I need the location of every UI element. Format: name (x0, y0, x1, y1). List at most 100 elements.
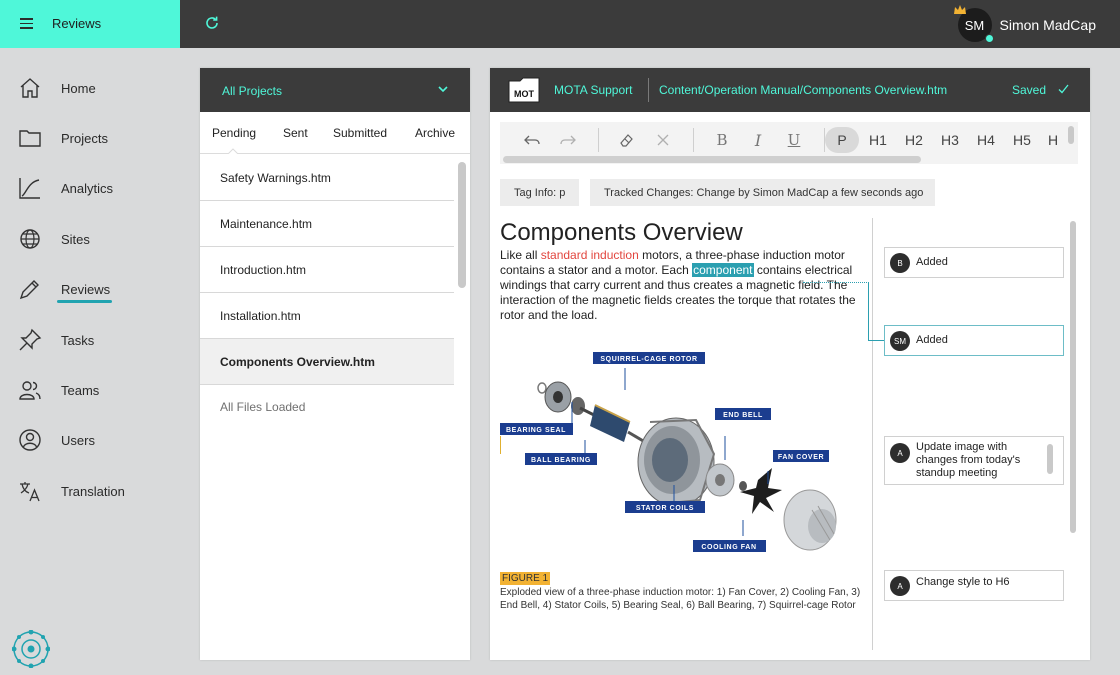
toolbar-hscrollbar[interactable] (503, 156, 921, 163)
redo-button[interactable] (558, 127, 578, 153)
analytics-icon (19, 178, 40, 199)
comment-scrollbar[interactable] (1047, 444, 1053, 474)
undo-button[interactable] (522, 127, 542, 153)
sidebar-item-reviews[interactable]: Reviews (18, 275, 110, 303)
tab-archive[interactable]: Archive (415, 126, 455, 140)
list-item[interactable]: Safety Warnings.htm (200, 155, 454, 201)
figure-label[interactable]: FIGURE 1 (500, 572, 551, 585)
h4-button[interactable]: H4 (976, 127, 996, 153)
highlighted-word[interactable]: component (692, 263, 754, 277)
sidebar-item-label: Users (61, 432, 95, 448)
cooling-fan-part (740, 468, 782, 514)
toolbar-scrollbar[interactable] (1068, 126, 1074, 144)
crown-icon (953, 5, 966, 14)
document-content[interactable]: Components Overview Like all standard in… (500, 218, 862, 552)
tab-submitted[interactable]: Submitted (333, 126, 387, 140)
refresh-icon[interactable] (204, 15, 220, 31)
menu-icon[interactable] (20, 18, 33, 32)
check-icon (1058, 84, 1069, 94)
list-item[interactable]: Maintenance.htm (200, 201, 454, 247)
tracked-insertion[interactable]: standard induction (541, 248, 639, 262)
comment-card-active[interactable]: SM Added (884, 325, 1064, 356)
redo-icon (560, 135, 576, 145)
list-item-active[interactable]: Components Overview.htm (200, 339, 454, 385)
translate-icon (20, 482, 40, 502)
paragraph-style-button[interactable]: P (825, 127, 859, 153)
pin-icon (19, 328, 42, 351)
stator-housing (637, 417, 716, 507)
project-badge: MOT (508, 77, 540, 103)
sidebar-item-projects[interactable]: Projects (18, 124, 108, 152)
tab-pending[interactable]: Pending (212, 126, 256, 140)
sidebar-item-sites[interactable]: Sites (18, 225, 90, 253)
comments-scrollbar[interactable] (1070, 221, 1076, 533)
h2-button[interactable]: H2 (904, 127, 924, 153)
list-item[interactable]: Installation.htm (200, 293, 454, 339)
callout-end-bell: END BELL (723, 412, 763, 419)
file-path: Content/Operation Manual/Components Over… (659, 83, 948, 97)
doc-title[interactable]: Components Overview (500, 218, 862, 248)
motor-exploded-figure[interactable]: SQUIRREL-CAGE ROTOR BEARING SEAL BALL BE… (500, 350, 862, 562)
sidebar-nav: Home Projects Analytics Sites Reviews Ta… (0, 48, 180, 675)
project-selector[interactable]: All Projects (200, 68, 470, 112)
user-icon (19, 429, 41, 451)
user-menu[interactable]: SM Simon MadCap (953, 5, 1096, 43)
tag-info: Tag Info: p (500, 179, 580, 206)
sidebar-item-label: Analytics (61, 180, 114, 196)
h1-button[interactable]: H1 (868, 127, 888, 153)
sidebar-item-tasks[interactable]: Tasks (18, 326, 94, 354)
bold-button[interactable]: B (712, 127, 732, 153)
madcap-logo[interactable] (12, 630, 50, 668)
sidebar-item-analytics[interactable]: Analytics (18, 174, 113, 202)
rotor-part (579, 404, 651, 447)
comment-card[interactable]: A Update image with changes from today's… (884, 436, 1064, 485)
h6-button[interactable]: H (1048, 127, 1064, 153)
comment-card[interactable]: B Added (884, 247, 1064, 278)
h5-button[interactable]: H5 (1012, 127, 1032, 153)
tab-sent[interactable]: Sent (283, 126, 308, 140)
comment-text: Added (916, 334, 948, 346)
list-item[interactable]: Introduction.htm (200, 247, 454, 293)
divider (648, 78, 649, 102)
comment-connector (868, 282, 869, 340)
comment-text: Update image with changes from today's s… (916, 441, 1021, 479)
comment-text: Change style to H6 (916, 576, 1010, 588)
h3-button[interactable]: H3 (940, 127, 960, 153)
project-select-value[interactable]: All Projects (222, 84, 282, 98)
eraser-button[interactable] (617, 127, 637, 153)
comment-connector (868, 340, 884, 341)
brand-area: Reviews (0, 0, 180, 48)
chevron-down-icon[interactable] (438, 85, 448, 93)
comments-divider (872, 218, 873, 650)
callout-cooling-fan: COOLING FAN (701, 544, 756, 551)
comment-card[interactable]: A Change style to H6 (884, 570, 1064, 601)
callout-bearing-seal: BEARING SEAL (506, 427, 566, 434)
callout-rotor: SQUIRREL-CAGE ROTOR (600, 356, 697, 363)
toolbar-divider (598, 128, 599, 152)
clear-button[interactable] (653, 127, 673, 153)
italic-button[interactable]: I (748, 127, 768, 153)
comment-text: Added (916, 256, 948, 268)
comment-avatar: SM (890, 331, 910, 351)
globe-icon (20, 229, 40, 249)
file-list: Safety Warnings.htm Maintenance.htm Intr… (200, 155, 454, 429)
avatar-initials: SM (964, 17, 985, 33)
sidebar-item-users[interactable]: Users (18, 426, 95, 454)
project-badge-text: MOT (514, 89, 534, 99)
review-tabs: Pending Sent Submitted Archive (200, 112, 470, 154)
sidebar-item-translation[interactable]: Translation (18, 477, 125, 505)
avatar[interactable]: SM (953, 5, 994, 43)
sidebar-item-label: Tasks (61, 332, 95, 348)
sidebar-item-home[interactable]: Home (18, 74, 96, 102)
underline-button[interactable]: U (784, 127, 804, 153)
sidebar-item-label: Teams (61, 382, 100, 398)
project-name[interactable]: MOTA Support (554, 83, 632, 97)
active-indicator (57, 300, 112, 303)
eraser-icon (620, 134, 633, 147)
file-list-scrollbar[interactable] (458, 162, 466, 288)
doc-paragraph[interactable]: Like all standard induction motors, a th… (500, 248, 862, 323)
undo-icon (524, 135, 540, 145)
sidebar-item-teams[interactable]: Teams (18, 376, 99, 404)
pen-icon (19, 280, 39, 300)
figure-caption[interactable]: Exploded view of a three-phase induction… (500, 586, 862, 612)
